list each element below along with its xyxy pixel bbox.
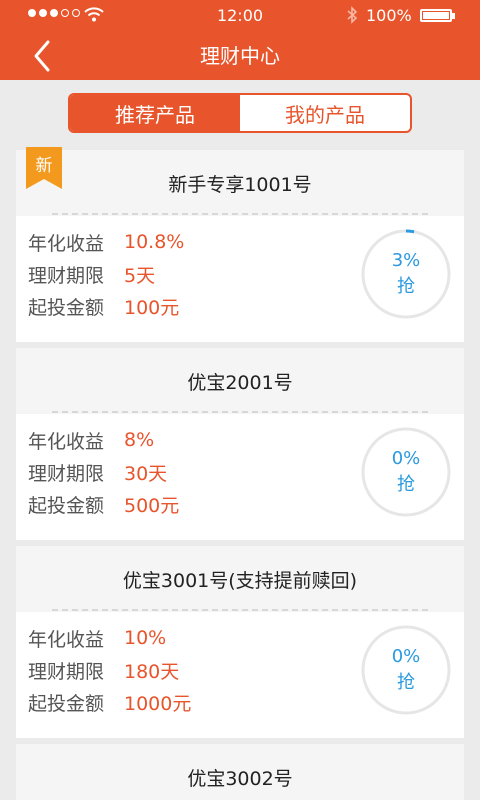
new-badge: 新 xyxy=(26,147,62,189)
battery-percent: 100% xyxy=(366,6,412,25)
product-title: 优宝3002号 xyxy=(187,768,293,790)
card-header: 优宝3002号 xyxy=(16,744,464,800)
tab-my-products[interactable]: 我的产品 xyxy=(240,95,410,131)
min-value: 500元 xyxy=(124,494,180,517)
product-title: 优宝3001号(支持提前赎回) xyxy=(122,570,358,592)
product-card[interactable]: 新手专享1001号 年化收益 10.8% 理财期限 5天 起投金额 100元 3% 抢 xyxy=(16,150,464,342)
battery-icon xyxy=(420,9,455,22)
rate-value: 10.8% xyxy=(124,231,185,253)
min-row: 起投金额 500元 xyxy=(28,488,179,520)
min-label: 起投金额 xyxy=(28,296,105,319)
divider xyxy=(52,213,428,215)
top-bar: 12:00 100% 理财中心 xyxy=(0,0,480,80)
divider xyxy=(52,609,428,611)
term-value: 5天 xyxy=(124,264,156,287)
card-header: 新手专享1001号 xyxy=(16,150,464,216)
grab-label: 抢 xyxy=(397,276,415,297)
product-title: 优宝2001号 xyxy=(187,372,293,394)
card-header: 优宝3001号(支持提前赎回) xyxy=(16,546,464,612)
term-label: 理财期限 xyxy=(28,462,105,485)
rate-label: 年化收益 xyxy=(28,232,105,255)
rate-label: 年化收益 xyxy=(28,430,105,453)
min-label: 起投金额 xyxy=(28,494,105,517)
progress-percent: 0% xyxy=(391,448,421,469)
nav-bar: 理财中心 xyxy=(0,30,480,80)
product-info: 年化收益 8% 理财期限 30天 起投金额 500元 xyxy=(28,424,179,520)
product-title: 新手专享1001号 xyxy=(168,174,312,196)
min-row: 起投金额 1000元 xyxy=(28,686,191,718)
product-card[interactable]: 优宝3002号 xyxy=(16,744,464,800)
new-badge-label: 新 xyxy=(35,156,53,176)
grab-button[interactable]: 3% 抢 xyxy=(360,228,452,320)
min-label: 起投金额 xyxy=(28,692,105,715)
card-header: 优宝2001号 xyxy=(16,348,464,414)
product-card[interactable]: 优宝2001号 年化收益 8% 理财期限 30天 起投金额 500元 0% 抢 xyxy=(16,348,464,540)
grab-label: 抢 xyxy=(397,474,415,495)
min-row: 起投金额 100元 xyxy=(28,290,184,322)
term-value: 30天 xyxy=(124,462,168,485)
rate-row: 年化收益 10.8% xyxy=(28,226,184,258)
progress-percent: 3% xyxy=(391,250,421,271)
bluetooth-icon xyxy=(347,6,358,24)
tab-recommended[interactable]: 推荐产品 xyxy=(70,95,240,131)
term-label: 理财期限 xyxy=(28,660,105,683)
rate-row: 年化收益 10% xyxy=(28,622,191,654)
term-label: 理财期限 xyxy=(28,264,105,287)
product-card[interactable]: 优宝3001号(支持提前赎回) 年化收益 10% 理财期限 180天 起投金额 100… xyxy=(16,546,464,738)
page-title: 理财中心 xyxy=(200,44,280,68)
tab-area: 推荐产品 我的产品 xyxy=(0,80,480,148)
rate-value: 8% xyxy=(124,429,155,451)
term-row: 理财期限 180天 xyxy=(28,654,191,686)
rate-value: 10% xyxy=(124,627,167,649)
term-row: 理财期限 5天 xyxy=(28,258,184,290)
progress-percent: 0% xyxy=(391,646,421,667)
term-row: 理财期限 30天 xyxy=(28,456,179,488)
segmented-tabs: 推荐产品 我的产品 xyxy=(68,93,412,133)
product-info: 年化收益 10% 理财期限 180天 起投金额 1000元 xyxy=(28,622,191,718)
min-value: 100元 xyxy=(124,296,180,319)
grab-label: 抢 xyxy=(397,672,415,693)
product-info: 年化收益 10.8% 理财期限 5天 起投金额 100元 xyxy=(28,226,184,322)
term-value: 180天 xyxy=(124,660,180,683)
rate-row: 年化收益 8% xyxy=(28,424,179,456)
min-value: 1000元 xyxy=(124,692,192,715)
rate-label: 年化收益 xyxy=(28,628,105,651)
status-bar: 12:00 100% xyxy=(0,0,480,30)
divider xyxy=(52,411,428,413)
grab-button[interactable]: 0% 抢 xyxy=(360,426,452,518)
grab-button[interactable]: 0% 抢 xyxy=(360,624,452,716)
